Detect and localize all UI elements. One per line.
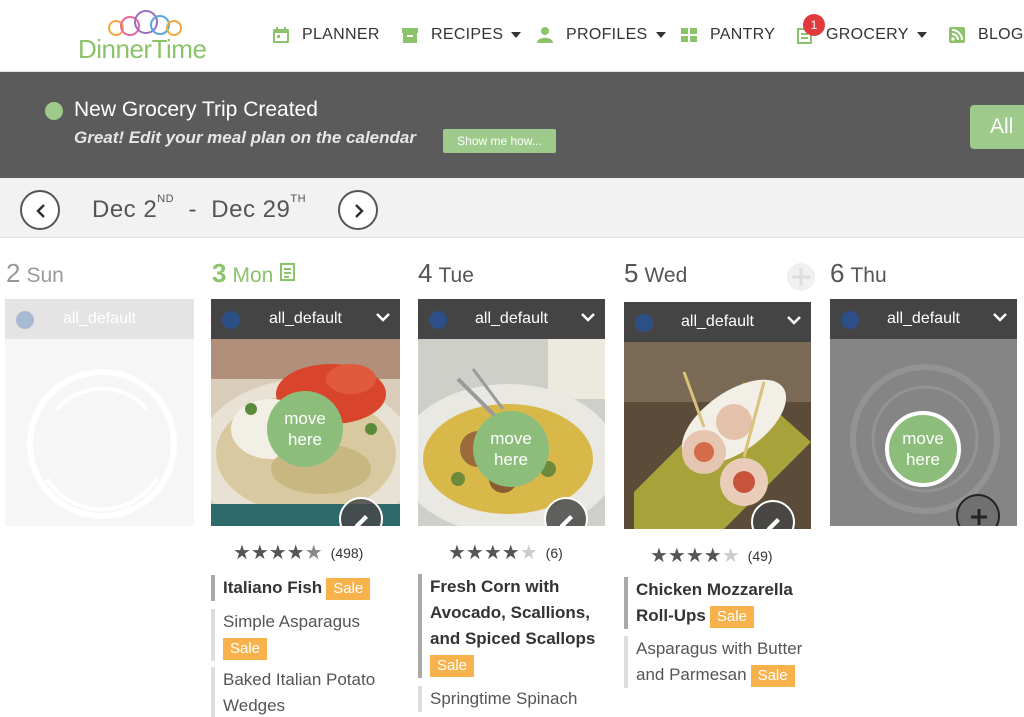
- chevron-down-icon: [581, 313, 595, 322]
- notice-title: New Grocery Trip Created: [74, 98, 318, 121]
- nav-planner[interactable]: PLANNER: [272, 22, 380, 48]
- main-dish-tue[interactable]: Fresh Corn with Avocado, Scallions, and …: [418, 574, 608, 678]
- chevron-down-icon: [511, 32, 522, 38]
- chevron-down-icon: [376, 313, 390, 322]
- category-dropdown[interactable]: all_default: [418, 299, 605, 339]
- main-dish-wed[interactable]: Chicken Mozzarella Roll-Ups Sale: [624, 577, 814, 629]
- category-dropdown[interactable]: all_default: [211, 299, 400, 339]
- chicken-rollup-dish-image: [624, 342, 811, 529]
- plate-icon: [27, 369, 177, 519]
- nav-recipes-label: RECIPES: [431, 26, 504, 43]
- day-card-sun: all_default: [5, 299, 194, 526]
- star-rating-icon: ★★★★★: [650, 545, 740, 567]
- side-dish-wed-1[interactable]: Asparagus with Butter and Parmesan Sale: [624, 636, 814, 688]
- notice-subtitle: Great! Edit your meal plan on the calend…: [74, 128, 416, 147]
- notification-banner: New Grocery Trip Created Great! Edit you…: [0, 72, 1024, 178]
- category-dropdown[interactable]: all_default: [5, 299, 194, 339]
- profile-dot-icon: [16, 311, 34, 329]
- sale-badge: Sale: [430, 655, 475, 677]
- chevron-left-icon: [36, 204, 45, 218]
- day-header-wed: 5 Wed: [624, 258, 688, 288]
- day-header-thu: 6 Thu: [830, 258, 887, 288]
- plus-icon: [971, 509, 987, 525]
- move-here-button[interactable]: move here: [885, 411, 961, 487]
- sale-badge: Sale: [326, 578, 371, 600]
- pencil-icon: [354, 515, 368, 526]
- all-button[interactable]: All: [970, 105, 1024, 149]
- day-header-sun: 2 Sun: [6, 258, 64, 288]
- category-dropdown[interactable]: all_default: [830, 299, 1017, 339]
- nav-recipes[interactable]: RECIPES: [401, 22, 522, 48]
- side-dish-tue-1[interactable]: Springtime Spinach: [418, 686, 608, 712]
- dinnertime-logo[interactable]: DinnerTime: [78, 8, 207, 64]
- nav-pantry[interactable]: PANTRY: [680, 22, 775, 48]
- move-here-button[interactable]: move here: [267, 391, 343, 467]
- day-header-tue: 4 Tue: [418, 258, 474, 288]
- rss-icon: [949, 27, 965, 43]
- grocery-count-badge: 1: [803, 14, 825, 36]
- pencil-icon: [766, 518, 780, 529]
- recipe-photo[interactable]: move here: [418, 339, 605, 526]
- recipe-box-icon: [402, 28, 418, 43]
- nav-pantry-label: PANTRY: [710, 26, 776, 43]
- grid-icon: [681, 28, 697, 42]
- day-card-wed: all_default: [624, 302, 811, 529]
- star-rating-icon: ★★★★★: [448, 542, 538, 564]
- recipe-photo[interactable]: [624, 342, 811, 529]
- sale-badge: Sale: [223, 638, 268, 660]
- rating-tue[interactable]: ★★★★★ (6): [448, 540, 563, 565]
- empty-plate-placeholder: [5, 339, 194, 526]
- move-here-button[interactable]: move here: [473, 411, 549, 487]
- top-navbar: DinnerTime PLANNER RECIPES PROFILES PANT…: [0, 0, 1024, 72]
- profile-dot-icon: [841, 311, 859, 329]
- profile-dot-icon: [222, 311, 240, 329]
- nav-profiles-label: PROFILES: [566, 26, 648, 43]
- star-rating-icon: ★★★★★: [233, 542, 323, 564]
- user-icon: [537, 27, 553, 43]
- profile-dot-icon: [429, 311, 447, 329]
- side-dish-mon-1[interactable]: Simple Asparagus Sale: [211, 609, 396, 661]
- nav-profiles[interactable]: PROFILES: [536, 22, 666, 48]
- logo-wordmark: DinnerTime: [78, 34, 207, 64]
- side-dish-mon-2[interactable]: Baked Italian Potato Wedges: [211, 667, 396, 717]
- category-dropdown[interactable]: all_default: [624, 302, 811, 342]
- recipe-photo[interactable]: move here: [211, 339, 400, 526]
- nav-blog[interactable]: BLOG: [948, 22, 1024, 48]
- day-card-tue: all_default move here: [418, 299, 605, 526]
- show-me-how-button[interactable]: Show me how...: [443, 129, 556, 153]
- status-dot-icon: [45, 102, 63, 120]
- day-card-thu: all_default move here: [830, 299, 1017, 526]
- chevron-down-icon: [916, 32, 927, 38]
- next-week-button[interactable]: [338, 190, 378, 230]
- empty-plate-placeholder: move here: [830, 339, 1017, 526]
- sale-badge: Sale: [709, 606, 754, 628]
- profile-dot-icon: [635, 314, 653, 332]
- nav-blog-label: BLOG: [978, 26, 1024, 43]
- nav-grocery-label: GROCERY: [826, 26, 909, 43]
- date-range-bar: Dec 2ND - Dec 29TH: [0, 178, 1024, 238]
- chevron-down-icon: [993, 313, 1007, 322]
- main-dish-mon[interactable]: Italiano Fish Sale: [211, 575, 396, 601]
- sale-badge: Sale: [750, 665, 795, 687]
- calendar-icon: [273, 27, 289, 43]
- grocery-list-icon[interactable]: [279, 262, 297, 282]
- day-header-mon: 3 Mon: [212, 258, 297, 289]
- rating-wed[interactable]: ★★★★★ (49): [650, 543, 773, 568]
- move-cross-icon[interactable]: [786, 262, 816, 292]
- rating-mon[interactable]: ★★★★★ (498): [233, 540, 363, 565]
- prev-week-button[interactable]: [20, 190, 60, 230]
- chevron-right-icon: [355, 204, 364, 218]
- date-range-label: Dec 2ND - Dec 29TH: [92, 193, 307, 223]
- nav-planner-label: PLANNER: [302, 26, 380, 43]
- day-card-mon: all_default move here: [211, 299, 400, 526]
- chevron-down-icon: [655, 32, 666, 38]
- pencil-icon: [559, 515, 573, 526]
- chevron-down-icon: [787, 316, 801, 325]
